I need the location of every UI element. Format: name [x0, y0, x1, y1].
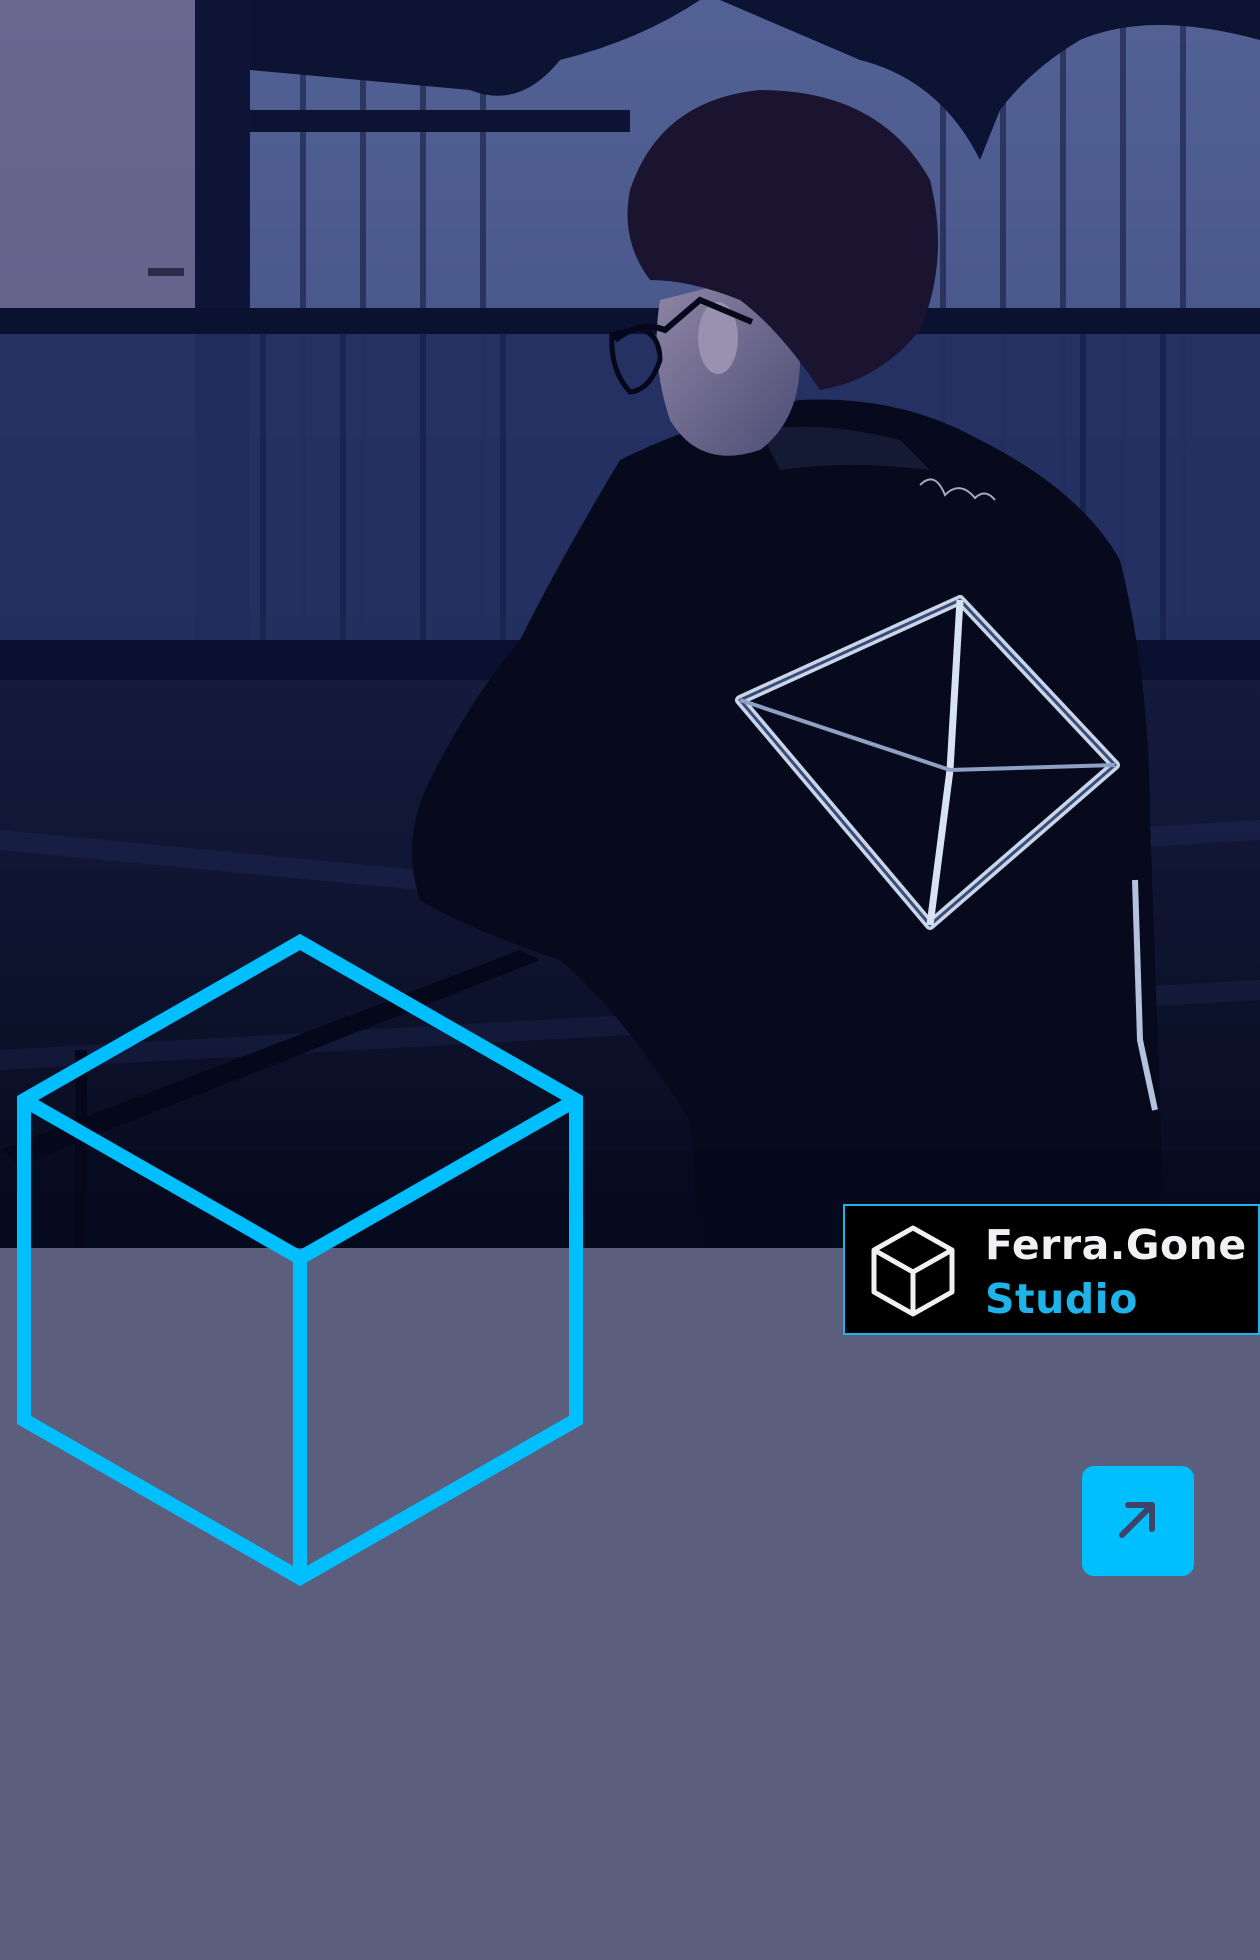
brand-subtitle: Studio	[985, 1275, 1138, 1323]
arrow-up-right-icon	[1114, 1495, 1162, 1547]
brand-name: Ferra.Gone	[985, 1221, 1247, 1269]
open-link-button[interactable]	[1082, 1466, 1194, 1576]
brand-card[interactable]: Ferra.Gone Studio	[843, 1204, 1260, 1335]
cube-outline-graphic	[0, 920, 600, 1600]
page: Ferra.Gone Studio	[0, 0, 1260, 1960]
cube-outline-icon	[870, 1224, 956, 1318]
